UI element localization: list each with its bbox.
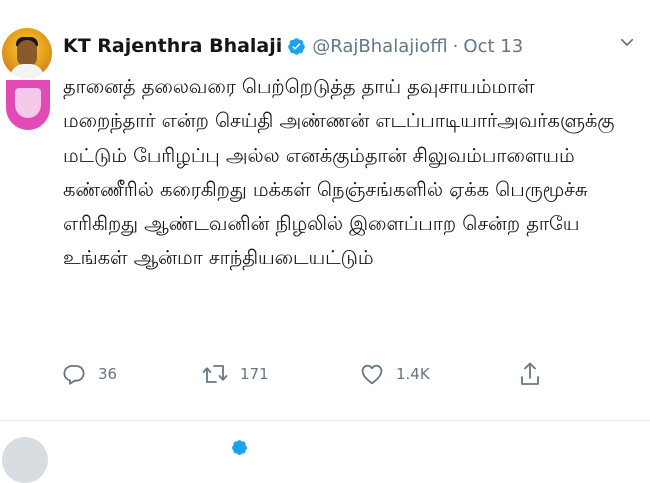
heart-icon xyxy=(361,364,383,385)
author-name[interactable]: KT Rajenthra Bhalaji xyxy=(63,35,282,57)
tweet-text: தானைத் தலைவரை பெற்றெடுத்த தாய் தவுசாயம்ம… xyxy=(63,70,638,276)
verified-badge-icon xyxy=(288,37,306,55)
chevron-down-icon[interactable] xyxy=(618,33,636,51)
reply-button[interactable]: 36 xyxy=(62,357,117,391)
author-avatar[interactable] xyxy=(2,28,52,132)
like-count: 1.4K xyxy=(396,365,430,383)
author-handle[interactable]: @RajBhalajioffl xyxy=(312,36,447,57)
reply-count: 36 xyxy=(98,365,118,383)
verified-badge-icon xyxy=(232,440,247,455)
next-tweet-avatar[interactable] xyxy=(2,437,48,483)
tweet-text-line: எரிகிறது ஆண்டவனின் நிழலில் இளைப்பாற சென்… xyxy=(63,212,580,236)
retweet-button[interactable]: 171 xyxy=(202,357,269,391)
share-button[interactable] xyxy=(518,357,542,391)
tweet-text-line: உங்கள் ஆன்மா சாந்தியடையட்டும் xyxy=(63,246,374,270)
tweet-text-line: மட்டும் பேரிழப்பு அல்ல எனக்கும்தான் சிலு… xyxy=(63,143,575,167)
tweet-text-line: கண்ணீரில் கரைகிறது மக்கள் நெஞ்சங்களில் ஏ… xyxy=(63,177,588,201)
tweet-card[interactable]: KT Rajenthra Bhalaji @RajBhalajioffl · O… xyxy=(0,0,650,421)
share-icon xyxy=(521,362,539,385)
tweet-text-line: தானைத் தலைவரை பெற்றெடுத்த தாய் தவுசாயம்ம… xyxy=(63,75,535,98)
avatar-photo xyxy=(2,28,52,78)
retweet-count: 171 xyxy=(240,365,269,383)
separator-dot: · xyxy=(452,35,459,57)
tweet-actions: 36 171 1.4K xyxy=(60,357,620,391)
tweet-text-line: மறைந்தார் என்ற செய்தி அண்ணன் எடப்பாடியார… xyxy=(63,109,615,133)
tweet-header: KT Rajenthra Bhalaji @RajBhalajioffl · O… xyxy=(63,32,523,60)
avatar-banner xyxy=(6,80,50,130)
like-button[interactable]: 1.4K xyxy=(360,357,430,391)
next-tweet-preview[interactable] xyxy=(0,421,650,483)
retweet-icon xyxy=(202,365,228,383)
reply-icon xyxy=(63,365,85,385)
tweet-date[interactable]: Oct 13 xyxy=(463,36,523,57)
